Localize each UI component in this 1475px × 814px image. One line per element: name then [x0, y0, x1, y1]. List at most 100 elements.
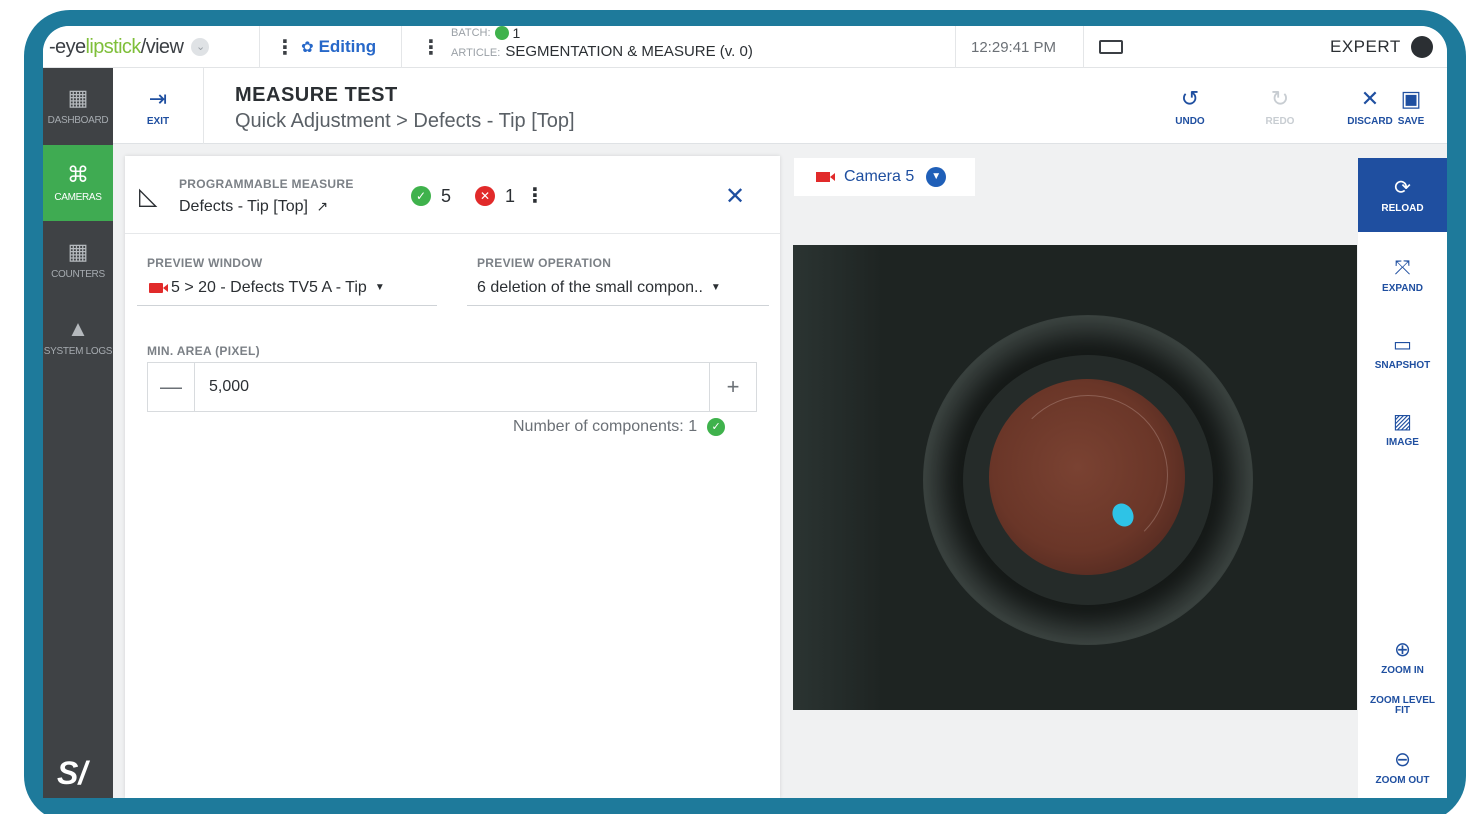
- sidebar: ▦ DASHBOARD ⌘ CAMERAS ▦ COUNTERS ▲ SYSTE…: [43, 68, 113, 798]
- components-text: Number of components: 1: [513, 418, 698, 435]
- camera-icon: [816, 172, 835, 182]
- sidebar-item-counters[interactable]: ▦ COUNTERS: [43, 222, 113, 298]
- zoom-in-button[interactable]: ⊕ ZOOM IN: [1358, 620, 1447, 694]
- exit-icon: ⇥: [148, 85, 168, 111]
- exit-button[interactable]: ⇥ EXIT: [113, 68, 203, 144]
- sidebar-item-label: DASHBOARD: [47, 114, 109, 126]
- zoom-out-label: ZOOM OUT: [1375, 775, 1430, 786]
- sidebar-item-label: COUNTERS: [51, 268, 105, 280]
- decrement-button[interactable]: —: [148, 363, 194, 411]
- user-level-label: EXPERT: [1330, 37, 1401, 56]
- preview-operation-label: PREVIEW OPERATION: [477, 256, 612, 270]
- dropdown-caret-icon: ▼: [710, 282, 721, 293]
- expand-button[interactable]: ⤧ EXPAND: [1358, 238, 1447, 312]
- zoom-out-button[interactable]: ⊖ ZOOM OUT: [1358, 730, 1447, 798]
- redo-button[interactable]: ↻ REDO: [1235, 68, 1325, 144]
- min-area-stepper: — 5,000 +: [147, 362, 757, 412]
- camera-name: Camera 5: [844, 168, 915, 185]
- clock: 12:29:41 PM: [971, 38, 1057, 56]
- divider: [1083, 26, 1084, 68]
- divider: [955, 26, 956, 68]
- viewer-toolbar: ⟳ RELOAD ⤧ EXPAND ▭ SNAPSHOT ▨ IMAGE ⊕ Z…: [1358, 158, 1447, 798]
- preview-window-label: PREVIEW WINDOW: [147, 256, 263, 270]
- measure-name[interactable]: Defects - Tip [Top] ↗: [179, 198, 328, 216]
- image-button[interactable]: ▨ IMAGE: [1358, 392, 1447, 466]
- save-icon: ▣: [1400, 85, 1422, 111]
- breadcrumb: Quick Adjustment > Defects - Tip [Top]: [235, 110, 575, 132]
- expand-icon: ⤧: [1394, 257, 1411, 279]
- snapshot-label: SNAPSHOT: [1374, 360, 1431, 371]
- dashboard-icon: ▦: [67, 84, 89, 110]
- increment-button[interactable]: +: [710, 363, 756, 411]
- warning-icon: ▲: [67, 315, 89, 341]
- sidebar-item-dashboard[interactable]: ▦ DASHBOARD: [43, 68, 113, 144]
- zoom-fit-button[interactable]: ZOOM LEVEL FIT: [1358, 684, 1447, 724]
- logo-suffix: /view: [140, 35, 184, 58]
- save-label: SAVE: [1397, 115, 1425, 127]
- chevron-down-icon[interactable]: ⌄: [191, 38, 210, 56]
- close-panel-button[interactable]: ✕: [725, 182, 745, 211]
- divider: [259, 26, 260, 68]
- camera-viewer[interactable]: [793, 245, 1357, 710]
- set-square-icon: ◺: [139, 183, 158, 210]
- keyboard-icon[interactable]: [1099, 26, 1123, 68]
- snapshot-icon: ▭: [1393, 334, 1412, 356]
- top-bar: -eye lipstick/view ⌄ ⋮ ✿ Editing ⋮ BATCH…: [43, 26, 1447, 68]
- check-icon: ✓: [707, 418, 726, 436]
- ok-count: 5: [441, 186, 452, 206]
- min-area-input[interactable]: 5,000: [194, 363, 710, 411]
- sidebar-item-label: CAMERAS: [54, 191, 102, 203]
- undo-icon: ↺: [1180, 85, 1200, 111]
- kebab-menu-icon[interactable]: ⋮: [421, 26, 441, 68]
- user-level[interactable]: EXPERT: [1330, 26, 1433, 68]
- article-value: SEGMENTATION & MEASURE (v. 0): [505, 42, 753, 60]
- zoom-in-label: ZOOM IN: [1381, 665, 1424, 676]
- editing-mode-button[interactable]: ✿ Editing: [301, 26, 376, 68]
- panel-header: ◺ PROGRAMMABLE MEASURE Defects - Tip [To…: [125, 156, 780, 234]
- camera-selector[interactable]: Camera 5 ▼: [794, 158, 975, 196]
- ko-count: 1: [505, 186, 516, 206]
- batch-label: BATCH:: [451, 26, 491, 39]
- undo-button[interactable]: ↺ UNDO: [1145, 68, 1235, 144]
- reload-label: RELOAD: [1381, 203, 1424, 214]
- app-logo[interactable]: -eye lipstick/view ⌄: [49, 26, 210, 68]
- divider: [401, 26, 402, 68]
- tip-highlight: [1008, 395, 1168, 555]
- avatar[interactable]: [1410, 36, 1433, 58]
- page-header: ⇥ EXIT MEASURE TEST Quick Adjustment > D…: [113, 68, 1447, 144]
- preview-window-select[interactable]: 5 > 20 - Defects TV5 A - Tip ▼: [137, 270, 437, 306]
- preview-operation-value: 6 deletion of the small compon..: [477, 278, 703, 296]
- sidebar-item-system-logs[interactable]: ▲ SYSTEM LOGS: [43, 299, 113, 375]
- editing-label: Editing: [318, 37, 377, 56]
- zoom-out-icon: ⊖: [1394, 749, 1411, 771]
- ok-check-icon: ✓: [411, 186, 431, 206]
- batch-article-info: BATCH: 1 ARTICLE: SEGMENTATION & MEASURE …: [451, 26, 753, 68]
- dropdown-caret-icon: ▼: [374, 282, 385, 293]
- min-area-label: MIN. AREA (PIXEL): [147, 344, 260, 358]
- sidebar-item-label: SYSTEM LOGS: [43, 345, 113, 357]
- external-link-icon[interactable]: ↗: [316, 198, 328, 214]
- zoom-in-icon: ⊕: [1394, 639, 1411, 661]
- measure-name-label: Defects - Tip [Top]: [179, 198, 308, 215]
- sidebar-item-cameras[interactable]: ⌘ CAMERAS: [43, 145, 113, 221]
- chevron-down-icon[interactable]: ▼: [926, 167, 947, 187]
- save-button[interactable]: ▣ SAVE: [1375, 68, 1447, 144]
- preview-operation-select[interactable]: 6 deletion of the small compon.. ▼: [467, 270, 769, 306]
- logo-prefix: -eye: [49, 35, 86, 58]
- reload-icon: ⟳: [1394, 177, 1411, 199]
- kebab-menu-icon[interactable]: ⋮: [525, 183, 545, 208]
- batch-value: 1: [512, 26, 521, 41]
- snapshot-button[interactable]: ▭ SNAPSHOT: [1358, 315, 1447, 389]
- batch-row: BATCH: 1: [451, 26, 520, 41]
- image-label: IMAGE: [1386, 437, 1419, 448]
- kebab-menu-icon[interactable]: ⋮: [275, 26, 295, 68]
- redo-icon: ↻: [1270, 85, 1290, 111]
- measure-type-label: PROGRAMMABLE MEASURE: [179, 177, 354, 191]
- image-icon: ▨: [1393, 411, 1412, 433]
- article-row: ARTICLE: SEGMENTATION & MEASURE (v. 0): [451, 43, 753, 60]
- reload-button[interactable]: ⟳ RELOAD: [1358, 158, 1447, 232]
- zoom-fit-label: ZOOM LEVEL FIT: [1370, 695, 1435, 716]
- preview-window-value: 5 > 20 - Defects TV5 A - Tip: [171, 278, 367, 296]
- app-screen: -eye lipstick/view ⌄ ⋮ ✿ Editing ⋮ BATCH…: [43, 26, 1447, 798]
- expand-label: EXPAND: [1382, 283, 1423, 294]
